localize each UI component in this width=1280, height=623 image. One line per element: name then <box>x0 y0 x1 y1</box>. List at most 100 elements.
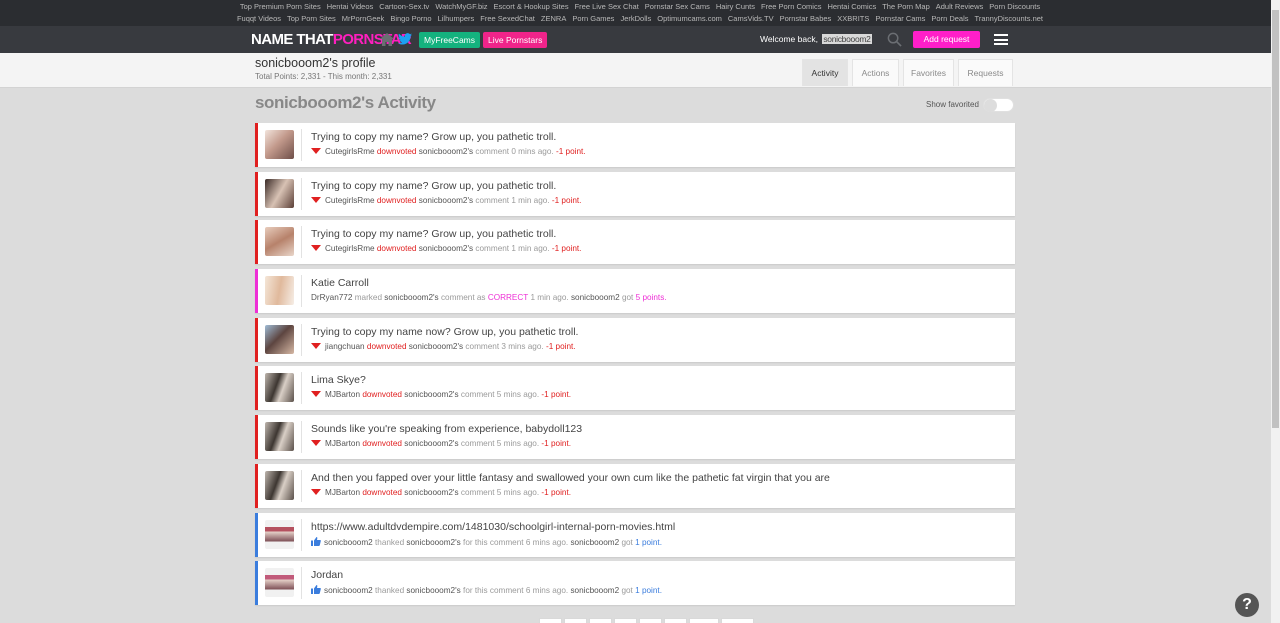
action-text: marked <box>354 293 383 303</box>
add-request-button[interactable]: Add request <box>913 31 980 48</box>
page-scrollbar[interactable] <box>1271 0 1280 623</box>
page-button[interactable] <box>664 618 687 623</box>
page-button[interactable] <box>589 618 612 623</box>
profile-header: sonicbooom2's profile Total Points: 2,33… <box>0 53 1280 88</box>
owner-link[interactable]: sonicbooom2 <box>570 586 619 595</box>
activity-comment-text[interactable]: Trying to copy my name? Grow up, you pat… <box>311 131 556 143</box>
avatar-thumbnail[interactable] <box>265 178 294 208</box>
top-link[interactable]: Free Live Sex Chat <box>575 2 639 11</box>
top-link[interactable]: Free Porn Comics <box>761 2 821 11</box>
target-user-link[interactable]: sonicbooom2's <box>404 439 458 448</box>
meta-text: comment 0 mins ago. <box>475 147 554 156</box>
myfreecams-button[interactable]: MyFreeCams <box>419 32 481 48</box>
top-link[interactable]: WatchMyGF.biz <box>435 2 487 11</box>
user-link[interactable]: sonicbooom2 <box>324 538 373 547</box>
user-link[interactable]: CutegirlsRme <box>325 147 375 156</box>
target-user-link[interactable]: sonicbooom2's <box>419 244 473 253</box>
page-button[interactable] <box>614 618 637 623</box>
tab-actions[interactable]: Actions <box>852 59 899 86</box>
top-link[interactable]: Hentai Comics <box>827 2 876 11</box>
avatar-thumbnail[interactable] <box>265 276 294 306</box>
home-icon[interactable] <box>380 33 394 46</box>
top-link[interactable]: Pornstar Cams <box>875 14 925 23</box>
avatar-thumbnail[interactable] <box>265 373 294 403</box>
activity-comment-text[interactable]: Sounds like you're speaking from experie… <box>311 423 582 435</box>
top-link[interactable]: Lilhumpers <box>438 14 475 23</box>
top-link[interactable]: Cartoon-Sex.tv <box>379 2 429 11</box>
user-link[interactable]: jiangchuan <box>325 342 365 351</box>
avatar-thumbnail[interactable] <box>265 130 294 159</box>
target-user-link[interactable]: sonicbooom2's <box>419 196 473 205</box>
target-user-link[interactable]: sonicbooom2's <box>419 147 473 156</box>
activity-comment-text[interactable]: https://www.adultdvdempire.com/1481030/s… <box>311 521 675 533</box>
top-link[interactable]: Free SexedChat <box>480 14 535 23</box>
top-link[interactable]: XXBRITS <box>837 14 869 23</box>
avatar-thumbnail[interactable] <box>265 422 294 452</box>
activity-comment-text[interactable]: Jordan <box>311 569 343 581</box>
top-link[interactable]: Escort & Hookup Sites <box>494 2 569 11</box>
scrollbar-thumb[interactable] <box>1272 10 1279 428</box>
user-link[interactable]: DrRyan772 <box>311 293 352 302</box>
activity-comment-text[interactable]: Lima Skye? <box>311 374 366 386</box>
target-user-link[interactable]: sonicbooom2's <box>406 538 460 547</box>
points-text: -1 point. <box>551 244 582 254</box>
activity-comment-text[interactable]: Trying to copy my name? Grow up, you pat… <box>311 228 556 240</box>
top-link[interactable]: Hairy Cunts <box>716 2 755 11</box>
top-link[interactable]: Top Porn Sites <box>287 14 336 23</box>
user-link[interactable]: sonicbooom2 <box>324 586 373 595</box>
activity-comment-text[interactable]: Katie Carroll <box>311 277 369 289</box>
page-button[interactable] <box>721 618 754 623</box>
avatar-thumbnail[interactable] <box>265 519 294 549</box>
help-button[interactable]: ? <box>1235 593 1259 617</box>
top-link[interactable]: The Porn Map <box>882 2 930 11</box>
avatar-thumbnail[interactable] <box>265 324 294 354</box>
top-link[interactable]: MrPornGeek <box>342 14 385 23</box>
target-user-link[interactable]: sonicbooom2's <box>404 390 458 399</box>
top-link[interactable]: Optimumcams.com <box>657 14 722 23</box>
user-link[interactable]: CutegirlsRme <box>325 244 375 253</box>
user-link[interactable]: MJBarton <box>325 439 360 448</box>
top-link[interactable]: JerkDolls <box>620 14 651 23</box>
target-user-link[interactable]: sonicbooom2's <box>409 342 463 351</box>
top-link[interactable]: TrannyDiscounts.net <box>975 14 1044 23</box>
activity-comment-text[interactable]: And then you fapped over your little fan… <box>311 472 830 484</box>
user-link[interactable]: MJBarton <box>325 488 360 497</box>
activity-comment-text[interactable]: Trying to copy my name? Grow up, you pat… <box>311 180 556 192</box>
top-link[interactable]: ZENRA <box>541 14 566 23</box>
live-pornstars-button[interactable]: Live Pornstars <box>483 32 548 48</box>
target-user-link[interactable]: sonicbooom2's <box>404 488 458 497</box>
target-user-link[interactable]: sonicbooom2's <box>384 293 438 302</box>
page-button[interactable] <box>564 618 587 623</box>
page-button[interactable] <box>689 618 719 623</box>
top-link[interactable]: Adult Reviews <box>936 2 984 11</box>
avatar-thumbnail[interactable] <box>265 227 294 257</box>
top-link[interactable]: Bingo Porno <box>390 14 431 23</box>
avatar-thumbnail[interactable] <box>265 568 294 598</box>
tab-activity[interactable]: Activity <box>802 59 848 86</box>
username-link[interactable]: sonicbooom2 <box>822 34 872 44</box>
hamburger-menu-icon[interactable] <box>994 34 1008 45</box>
page-button[interactable] <box>639 618 662 623</box>
page-button[interactable] <box>539 618 562 623</box>
owner-link[interactable]: sonicbooom2 <box>571 293 620 302</box>
top-link[interactable]: Fuqqt Videos <box>237 14 281 23</box>
top-link[interactable]: Hentai Videos <box>327 2 374 11</box>
top-link[interactable]: Porn Deals <box>931 14 968 23</box>
top-link[interactable]: Pornstar Babes <box>780 14 832 23</box>
show-favorited-toggle[interactable] <box>983 98 1014 112</box>
tab-requests[interactable]: Requests <box>958 59 1013 86</box>
top-link[interactable]: Porn Discounts <box>989 2 1040 11</box>
user-link[interactable]: MJBarton <box>325 390 360 399</box>
target-user-link[interactable]: sonicbooom2's <box>406 586 460 595</box>
top-link[interactable]: Porn Games <box>572 14 614 23</box>
twitter-icon[interactable] <box>398 33 412 45</box>
top-link[interactable]: Top Premium Porn Sites <box>240 2 321 11</box>
search-icon[interactable] <box>887 32 902 47</box>
top-link[interactable]: Pornstar Sex Cams <box>645 2 710 11</box>
tab-favorites[interactable]: Favorites <box>903 59 954 86</box>
avatar-thumbnail[interactable] <box>265 470 294 500</box>
top-link[interactable]: CamsVids.TV <box>728 14 774 23</box>
user-link[interactable]: CutegirlsRme <box>325 196 375 205</box>
owner-link[interactable]: sonicbooom2 <box>570 538 619 547</box>
activity-comment-text[interactable]: Trying to copy my name now? Grow up, you… <box>311 326 578 338</box>
